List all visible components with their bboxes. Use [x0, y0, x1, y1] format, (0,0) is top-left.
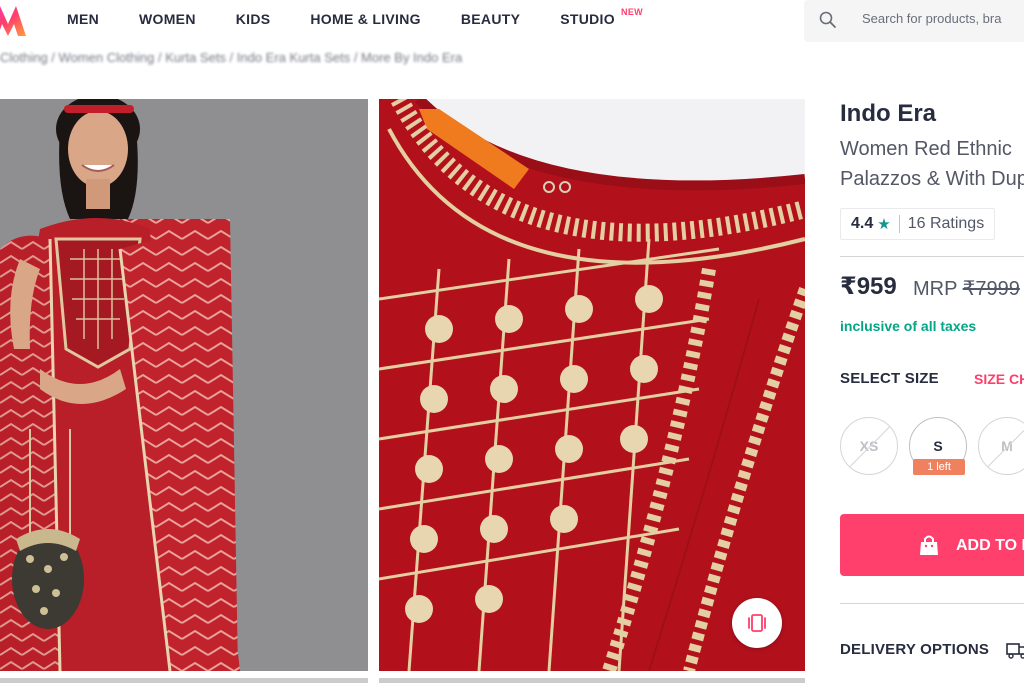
top-header: MEN WOMEN KIDS HOME & LIVING BEAUTY STUD…	[0, 0, 1024, 48]
truck-icon	[1006, 643, 1024, 659]
product-brand[interactable]: Indo Era	[840, 100, 936, 128]
new-badge: NEW	[621, 7, 643, 17]
rating-separator	[898, 215, 900, 233]
product-page: MEN WOMEN KIDS HOME & LIVING BEAUTY STUD…	[0, 0, 1024, 683]
nav-men[interactable]: MEN	[67, 11, 99, 27]
nav-kids[interactable]: KIDS	[236, 11, 271, 27]
mrp: MRP ₹7999	[913, 276, 1020, 301]
rating-value: 4.4	[851, 215, 874, 232]
product-title-line: Women Red Ethnic	[840, 138, 1012, 160]
view-similar-button[interactable]	[732, 598, 782, 648]
product-title: Women Red Ethnic Palazzos & With Dup	[840, 134, 1024, 194]
divider	[840, 256, 1024, 257]
mrp-value: ₹7999	[962, 278, 1020, 300]
star-icon: ★	[877, 216, 891, 233]
nav-studio[interactable]: STUDIO NEW	[560, 7, 642, 27]
model-photo	[0, 99, 368, 671]
add-to-bag-button[interactable]: ADD TO B	[840, 514, 1024, 576]
product-image-model[interactable]	[0, 99, 368, 671]
select-size-label: SELECT SIZE	[840, 370, 939, 387]
main-nav: MEN WOMEN KIDS HOME & LIVING BEAUTY STUD…	[67, 7, 655, 27]
myntra-logo-icon[interactable]	[0, 2, 28, 40]
similar-products-icon	[748, 614, 766, 632]
divider	[840, 603, 1024, 604]
embroidery-photo	[379, 99, 805, 671]
nav-women[interactable]: WOMEN	[139, 11, 196, 27]
size-button-xs: XS	[840, 417, 898, 475]
rating-badge[interactable]: 4.4 ★ 16 Ratings	[840, 208, 996, 240]
add-to-bag-label: ADD TO B	[956, 537, 1024, 554]
search-input[interactable]: Search for products, bra	[862, 11, 1001, 26]
search-icon	[819, 11, 836, 28]
next-image-strip	[0, 678, 368, 683]
size-button-m: M	[978, 417, 1024, 475]
bag-icon	[920, 535, 938, 555]
breadcrumb[interactable]: Clothing / Women Clothing / Kurta Sets /…	[0, 50, 462, 65]
product-image-closeup[interactable]	[379, 99, 805, 671]
nav-beauty[interactable]: BEAUTY	[461, 11, 520, 27]
size-chart-link[interactable]: SIZE CH	[974, 371, 1024, 387]
mrp-label: MRP	[913, 278, 958, 300]
nav-home-living[interactable]: HOME & LIVING	[310, 11, 420, 27]
tax-note: inclusive of all taxes	[840, 318, 977, 334]
next-image-strip	[379, 678, 805, 683]
rating-count: 16 Ratings	[907, 215, 985, 232]
search-bar[interactable]: Search for products, bra	[804, 0, 1024, 42]
selling-price: ₹959	[840, 273, 897, 300]
product-title-line: Palazzos & With Dup	[840, 168, 1024, 190]
delivery-options-label: DELIVERY OPTIONS	[840, 641, 990, 658]
stock-left-badge: 1 left	[913, 459, 965, 475]
